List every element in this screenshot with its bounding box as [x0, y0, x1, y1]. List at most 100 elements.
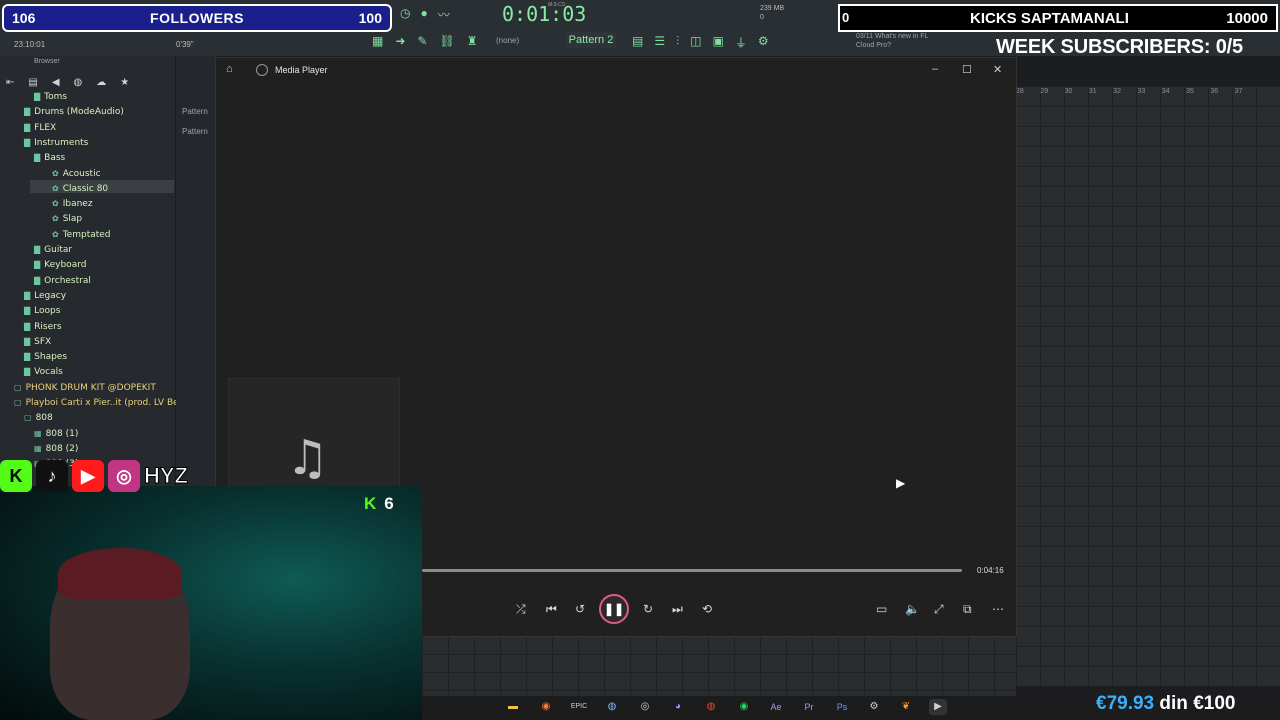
bar-number: 35 [1186, 88, 1194, 95]
news-title: What's new in FL [874, 33, 929, 40]
stamp-icon[interactable]: ♜ [467, 34, 478, 48]
browser-item[interactable]: ▇ Bass [34, 153, 65, 163]
epic-games-icon[interactable]: EPIC [570, 699, 588, 715]
after-effects-icon[interactable]: Ae [767, 699, 785, 715]
discord-icon[interactable]: ◕ [669, 699, 687, 715]
fl-studio-icon[interactable]: ❦ [897, 699, 915, 715]
forward-30-icon[interactable]: ↻ [643, 602, 653, 616]
shuffle-icon[interactable]: ⤮ [516, 602, 526, 617]
settings-icon[interactable]: ⚙ [865, 699, 883, 715]
browser-item[interactable]: ▢ 808 [24, 413, 53, 423]
folder-icon: ▇ [24, 122, 31, 132]
rewind-10-icon[interactable]: ↺ [575, 602, 585, 616]
metronome-icon[interactable]: ◷ [400, 6, 410, 23]
obs-icon[interactable]: ◎ [636, 699, 654, 715]
browser-item[interactable]: ▇ Vocals [24, 367, 63, 377]
close-button[interactable]: ✕ [993, 63, 1002, 76]
piano-roll-icon[interactable]: ▤ [632, 34, 643, 51]
browser-item[interactable]: ▇ Toms [34, 92, 67, 102]
globe-icon[interactable]: ◍ [74, 77, 83, 88]
browser-item[interactable]: ▇ Keyboard [34, 260, 86, 270]
cloud-icon[interactable]: ☁ [96, 77, 106, 88]
minimize-button[interactable]: – [932, 63, 938, 75]
playlist-icon[interactable]: ▦ [372, 34, 383, 48]
arrow-icon[interactable]: ➜ [395, 34, 405, 48]
firefox-icon[interactable]: ◉ [537, 699, 555, 715]
folder-icon: ▇ [34, 275, 41, 285]
kick-icon: K [0, 460, 32, 492]
browser-item[interactable]: ▦ 808 (1) [34, 429, 78, 439]
star-icon[interactable]: ★ [120, 77, 129, 88]
file-icon[interactable]: ▤ [28, 77, 37, 88]
pause-button[interactable]: ❚❚ [599, 594, 629, 624]
home-icon[interactable]: ⌂ [226, 63, 233, 75]
channel-rack-strip [176, 56, 216, 486]
link-icon[interactable]: ⛓ [439, 34, 454, 48]
photoshop-icon[interactable]: Ps [833, 699, 851, 715]
kicks-label: KICKS SAPTAMANALI [970, 9, 1129, 27]
browser-item[interactable]: ▦ 808 (2) [34, 444, 78, 454]
pattern-selector[interactable]: Pattern 2 [566, 32, 616, 48]
browser-item[interactable]: ▇ Orchestral [34, 276, 91, 286]
plugin-icon[interactable]: ◫ [690, 34, 701, 51]
repeat-icon[interactable]: ⟲ [702, 602, 712, 616]
playlist-grid[interactable] [1016, 86, 1280, 686]
wave-icon[interactable]: 〰 [438, 6, 450, 23]
preset-icon: ✿ [52, 199, 59, 209]
steam-icon[interactable]: ◍ [603, 699, 621, 715]
browser-item[interactable]: ✿ Classic 80 [52, 184, 108, 194]
plug-icon[interactable]: ⏚ [735, 34, 747, 51]
captions-icon[interactable]: ▭ [876, 602, 887, 616]
browser-item[interactable]: ▇ Shapes [24, 352, 67, 362]
premiere-icon[interactable]: Pr [800, 699, 818, 715]
seek-bar[interactable] [422, 569, 962, 572]
wrench-icon[interactable]: ⚙ [758, 34, 769, 51]
browser-item[interactable]: ▇ Drums (ModeAudio) [24, 107, 124, 117]
browser-item[interactable]: ▇ SFX [24, 337, 51, 347]
week-subscribers-goal: WEEK SUBSCRIBERS: 0/5 [996, 36, 1243, 58]
streamer-hat-image [58, 548, 182, 600]
volume-icon[interactable]: 🔈 [905, 602, 920, 616]
pencil-icon[interactable]: ✎ [417, 34, 427, 48]
browser-item[interactable]: ✿ Acoustic [52, 169, 101, 179]
playlist-grid-lower[interactable] [422, 636, 1016, 696]
next-icon[interactable]: ⏭ [672, 602, 683, 617]
donation-goal-value: €100 [1193, 693, 1236, 714]
file-explorer-icon[interactable]: ▬ [504, 699, 522, 715]
speaker-icon[interactable]: ◀ [52, 77, 60, 88]
collapse-icon[interactable]: ⇤ [6, 77, 14, 88]
browser-item[interactable]: ▢ Playboi Carti x Pier..it (prod. LV Beat… [14, 398, 196, 408]
browser-icon[interactable]: ▣ [712, 34, 723, 51]
browser-item-label: Temptated [62, 229, 111, 240]
more-options-icon[interactable]: ⋯ [992, 602, 1004, 616]
miniplayer-icon[interactable]: ⧉ [963, 602, 972, 617]
browser-item[interactable]: ▇ Risers [24, 322, 62, 332]
browser-item[interactable]: ▇ Guitar [34, 245, 72, 255]
snap-select[interactable]: (none) [496, 36, 519, 45]
media-player-taskbar-icon[interactable]: ▶ [929, 699, 947, 715]
browser-item[interactable]: ▢ PHONK DRUM KIT @DOPEKIT [14, 383, 156, 393]
news-panel[interactable]: 03/11 What's new in FL Cloud Pro? [856, 32, 928, 50]
mixer-icon[interactable]: ⫶ [676, 34, 679, 51]
spotify-icon[interactable]: ◉ [735, 699, 753, 715]
rack-pattern-label[interactable]: Pattern [182, 127, 208, 136]
browser-item[interactable]: ▇ Loops [24, 306, 60, 316]
browser-toolbar: ⇤ ▤ ◀ ◍ ☁ ★ [0, 72, 175, 92]
chrome-icon[interactable]: ◍ [702, 699, 720, 715]
browser-item[interactable]: ✿ Temptated [52, 230, 111, 240]
browser-item[interactable]: ▇ Legacy [24, 291, 66, 301]
song-position-display[interactable]: 0:01:03 [502, 2, 586, 26]
kicks-count: 0 [842, 10, 850, 25]
browser-item-label: SFX [34, 336, 52, 347]
browser-item[interactable]: ✿ Ibanez [52, 199, 93, 209]
bar-number: 32 [1113, 88, 1121, 95]
fullscreen-icon[interactable]: ⤢ [934, 602, 944, 617]
browser-item[interactable]: ▇ FLEX [24, 123, 56, 133]
browser-item[interactable]: ▇ Instruments [24, 138, 88, 148]
channel-rack-icon[interactable]: ☰ [654, 34, 665, 51]
previous-icon[interactable]: ⏮ [546, 602, 557, 617]
record-icon[interactable]: ● [420, 6, 427, 23]
rack-pattern-label[interactable]: Pattern [182, 107, 208, 116]
browser-item[interactable]: ✿ Slap [52, 214, 82, 224]
maximize-button[interactable]: ☐ [962, 63, 972, 76]
